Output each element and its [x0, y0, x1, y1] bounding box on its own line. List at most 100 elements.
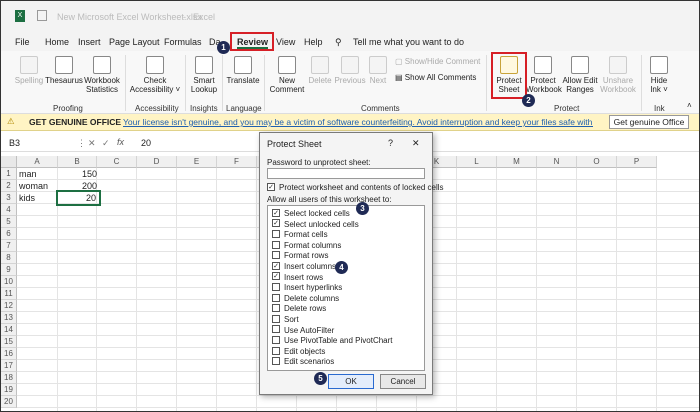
row-header[interactable]: 11: [1, 288, 17, 300]
new-comment-button[interactable]: New Comment: [269, 56, 305, 94]
row-header[interactable]: 16: [1, 348, 17, 360]
collapse-ribbon-icon[interactable]: ˄: [687, 101, 692, 110]
show-all-comments-button[interactable]: ▤ Show All Comments: [395, 73, 476, 82]
menu-home[interactable]: Home: [45, 37, 69, 47]
permission-option[interactable]: Use PivotTable and PivotChart: [272, 336, 393, 345]
check-accessibility-button[interactable]: Check Accessibility ˅: [129, 56, 181, 94]
permission-option[interactable]: Use AutoFilter: [272, 325, 334, 335]
select-all-corner[interactable]: [1, 156, 17, 168]
allow-edit-ranges-button[interactable]: Allow Edit Ranges: [562, 56, 598, 94]
column-header[interactable]: D: [137, 156, 177, 168]
row-header[interactable]: 17: [1, 360, 17, 372]
column-header[interactable]: F: [217, 156, 257, 168]
delete-comment-button[interactable]: Delete: [307, 56, 333, 85]
show-hide-comment-button[interactable]: ▢ Show/Hide Comment: [395, 57, 480, 66]
menu-file[interactable]: File: [15, 37, 30, 47]
permission-option[interactable]: Format columns: [272, 240, 341, 250]
protect-contents-checkbox[interactable]: ✓ Protect worksheet and contents of locke…: [267, 182, 444, 192]
permission-option[interactable]: ✓ Select locked cells: [272, 208, 350, 218]
permission-option[interactable]: ✓ Select unlocked cells: [272, 219, 359, 229]
permission-option[interactable]: Insert hyperlinks: [272, 283, 342, 292]
menu-view[interactable]: View: [276, 37, 295, 47]
permission-option[interactable]: ✓ Insert rows: [272, 272, 323, 282]
password-input[interactable]: [267, 168, 425, 179]
cancel-entry-icon[interactable]: ✕: [88, 138, 96, 149]
menu-bar: File Home Insert Page Layout Formulas Da…: [1, 33, 699, 51]
previous-comment-button[interactable]: Previous: [334, 56, 366, 85]
get-genuine-office-button[interactable]: Get genuine Office: [609, 115, 689, 129]
menu-formulas[interactable]: Formulas: [164, 37, 202, 47]
column-header[interactable]: B: [58, 156, 97, 168]
permission-option[interactable]: Edit scenarios: [272, 357, 334, 366]
column-header[interactable]: E: [177, 156, 217, 168]
column-header[interactable]: C: [97, 156, 137, 168]
menu-help[interactable]: Help: [304, 37, 323, 47]
row-header[interactable]: 15: [1, 336, 17, 348]
unshare-workbook-button[interactable]: Unshare Workbook: [599, 56, 637, 94]
translate-button[interactable]: Translate: [226, 56, 260, 85]
column-header[interactable]: P: [617, 156, 657, 168]
checked-checkbox-icon: ✓: [272, 261, 280, 270]
tell-me-search[interactable]: Tell me what you want to do: [353, 37, 464, 47]
save-icon[interactable]: [37, 10, 47, 21]
row-header[interactable]: 18: [1, 372, 17, 384]
formula-input[interactable]: 20: [141, 138, 151, 148]
help-button[interactable]: ?: [388, 138, 393, 148]
row-header[interactable]: 1: [1, 168, 17, 180]
protect-sheet-button[interactable]: Protect Sheet: [491, 56, 527, 94]
permissions-list: ✓ Select locked cells ✓ Select unlocked cel…: [267, 205, 425, 371]
row-header[interactable]: 10: [1, 276, 17, 288]
thesaurus-button[interactable]: Thesaurus: [45, 56, 83, 85]
hide-ink-button[interactable]: Hide Ink ˅: [647, 56, 671, 94]
row-header[interactable]: 6: [1, 228, 17, 240]
cancel-button[interactable]: Cancel: [380, 374, 426, 389]
menu-insert[interactable]: Insert: [78, 37, 101, 47]
next-comment-button[interactable]: Next: [367, 56, 389, 85]
row-header[interactable]: 9: [1, 264, 17, 276]
ok-button[interactable]: OK: [328, 374, 374, 389]
row-header[interactable]: 14: [1, 324, 17, 336]
name-box[interactable]: B3: [9, 138, 20, 148]
smart-lookup-button[interactable]: Smart Lookup: [189, 56, 219, 94]
row-header[interactable]: 19: [1, 384, 17, 396]
permission-option[interactable]: Edit objects: [272, 346, 325, 356]
row-header[interactable]: 13: [1, 312, 17, 324]
spelling-button[interactable]: Spelling: [14, 56, 44, 85]
permission-option[interactable]: Format cells: [272, 230, 328, 239]
row-header[interactable]: 4: [1, 204, 17, 216]
cell-a3[interactable]: kids: [19, 192, 56, 204]
row-header[interactable]: 5: [1, 216, 17, 228]
row-header[interactable]: 20: [1, 396, 17, 408]
column-header[interactable]: O: [577, 156, 617, 168]
row-header[interactable]: 7: [1, 240, 17, 252]
password-label: Password to unprotect sheet:: [267, 158, 371, 167]
warning-message[interactable]: Your license isn't genuine, and you may …: [123, 117, 593, 127]
function-icon[interactable]: fx: [117, 137, 124, 147]
lightbulb-icon: ⚲: [335, 37, 342, 47]
menu-review[interactable]: Review: [237, 37, 269, 49]
column-header[interactable]: L: [457, 156, 497, 168]
cell-b2[interactable]: 200: [60, 180, 97, 192]
cell-b1[interactable]: 150: [60, 168, 97, 180]
menu-page-layout[interactable]: Page Layout: [109, 37, 160, 47]
row-header[interactable]: 2: [1, 180, 17, 192]
cell-a1[interactable]: man: [19, 168, 56, 180]
row-header[interactable]: 8: [1, 252, 17, 264]
cell-b3[interactable]: 20: [56, 190, 101, 206]
permission-option[interactable]: Delete rows: [272, 304, 326, 313]
name-box-dropdown-icon[interactable]: ⋮: [77, 138, 86, 149]
column-header[interactable]: M: [497, 156, 537, 168]
protect-workbook-button[interactable]: Protect Workbook: [526, 56, 562, 94]
permission-option[interactable]: ✓ Insert columns: [272, 261, 336, 271]
permission-option[interactable]: Sort: [272, 314, 299, 324]
permission-option[interactable]: Delete columns: [272, 293, 339, 303]
row-header[interactable]: 3: [1, 192, 17, 204]
confirm-entry-icon[interactable]: ✓: [102, 138, 110, 149]
close-icon[interactable]: ✕: [412, 138, 420, 149]
column-header[interactable]: N: [537, 156, 577, 168]
column-header[interactable]: A: [17, 156, 58, 168]
permission-option[interactable]: Format rows: [272, 251, 328, 260]
cell-a2[interactable]: woman: [19, 180, 56, 192]
workbook-statistics-button[interactable]: Workbook Statistics: [83, 56, 121, 94]
row-header[interactable]: 12: [1, 300, 17, 312]
